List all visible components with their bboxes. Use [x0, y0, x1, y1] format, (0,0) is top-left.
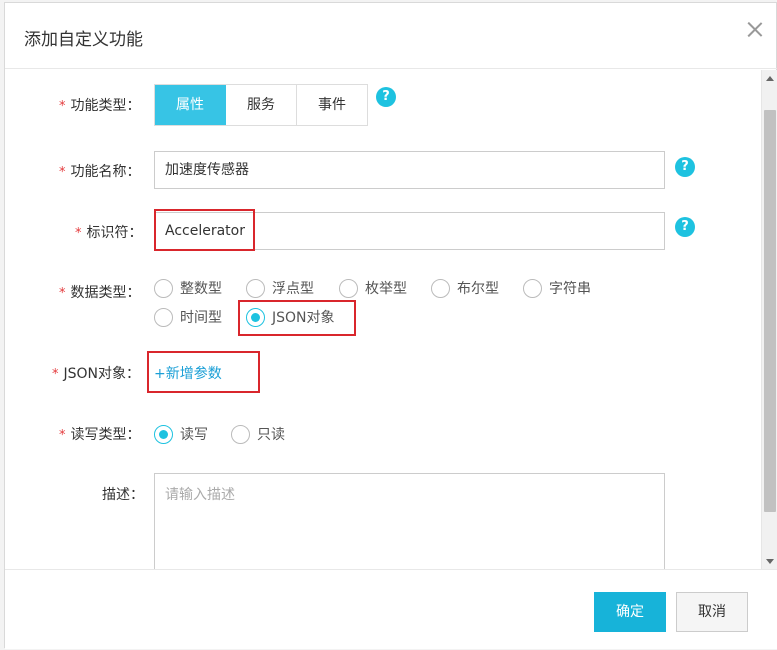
radio-circle: [431, 278, 450, 298]
identifier-input[interactable]: Accelerator: [154, 212, 665, 250]
dialog-header: 添加自定义功能: [5, 3, 777, 69]
rw-type-readonly-radio[interactable]: 只读: [231, 424, 285, 444]
function-name-help-icon[interactable]: ?: [675, 157, 695, 177]
dialog-title: 添加自定义功能: [24, 30, 143, 50]
add-parameter-link[interactable]: +新增参数: [154, 363, 222, 383]
radio-circle: [154, 278, 173, 298]
required-mark: *: [59, 428, 66, 443]
data-type-json-radio[interactable]: JSON对象: [246, 307, 335, 327]
function-type-service[interactable]: 服务: [226, 85, 297, 125]
function-name-input[interactable]: 加速度传感器: [154, 151, 665, 189]
data-type-time-radio[interactable]: 时间型: [154, 307, 222, 327]
radio-circle: [231, 424, 250, 444]
function-type-segmented: 属性 服务 事件: [154, 84, 368, 126]
required-mark: *: [59, 286, 66, 301]
data-type-string-radio[interactable]: 字符串: [523, 278, 591, 298]
cancel-button[interactable]: 取消: [676, 592, 748, 632]
add-custom-function-dialog: 添加自定义功能 * 功能类型： 属性 服务 事件 ? * 功能名称： 加速度传感器 …: [4, 2, 777, 649]
scroll-thumb[interactable]: [764, 110, 776, 512]
radio-circle: [339, 278, 358, 298]
scroll-up-arrow-icon[interactable]: [762, 70, 777, 87]
radio-circle: [246, 307, 265, 327]
radio-circle: [154, 307, 173, 327]
rw-type-readwrite-radio[interactable]: 读写: [154, 424, 208, 444]
data-type-bool-radio[interactable]: 布尔型: [431, 278, 499, 298]
identifier-help-icon[interactable]: ?: [675, 217, 695, 237]
json-object-label: * JSON对象：: [52, 366, 141, 382]
scroll-down-arrow-icon[interactable]: [762, 553, 777, 570]
data-type-float-radio[interactable]: 浮点型: [246, 278, 314, 298]
dialog-footer: 确定 取消: [5, 569, 777, 649]
function-type-event[interactable]: 事件: [297, 85, 368, 125]
dialog-scrollbar[interactable]: [761, 70, 777, 570]
required-mark: *: [59, 99, 66, 114]
close-icon[interactable]: [745, 20, 765, 40]
dialog-body: * 功能类型： 属性 服务 事件 ? * 功能名称： 加速度传感器 ? * 标识符： …: [5, 70, 760, 570]
identifier-label: * 标识符：: [75, 225, 143, 241]
function-name-label: * 功能名称：: [59, 164, 141, 180]
confirm-button[interactable]: 确定: [594, 592, 666, 632]
function-type-property[interactable]: 属性: [155, 85, 226, 125]
function-type-help-icon[interactable]: ?: [376, 87, 396, 107]
radio-circle: [154, 424, 173, 444]
function-type-label: * 功能类型：: [59, 98, 141, 114]
data-type-label: * 数据类型：: [59, 285, 141, 301]
radio-circle: [246, 278, 265, 298]
data-type-int-radio[interactable]: 整数型: [154, 278, 222, 298]
required-mark: *: [52, 367, 59, 382]
rw-type-label: * 读写类型：: [59, 427, 141, 443]
required-mark: *: [59, 165, 66, 180]
radio-circle: [523, 278, 542, 298]
description-label: 描述：: [102, 487, 144, 503]
data-type-enum-radio[interactable]: 枚举型: [339, 278, 407, 298]
description-textarea[interactable]: 请输入描述: [154, 473, 665, 570]
required-mark: *: [75, 226, 82, 241]
